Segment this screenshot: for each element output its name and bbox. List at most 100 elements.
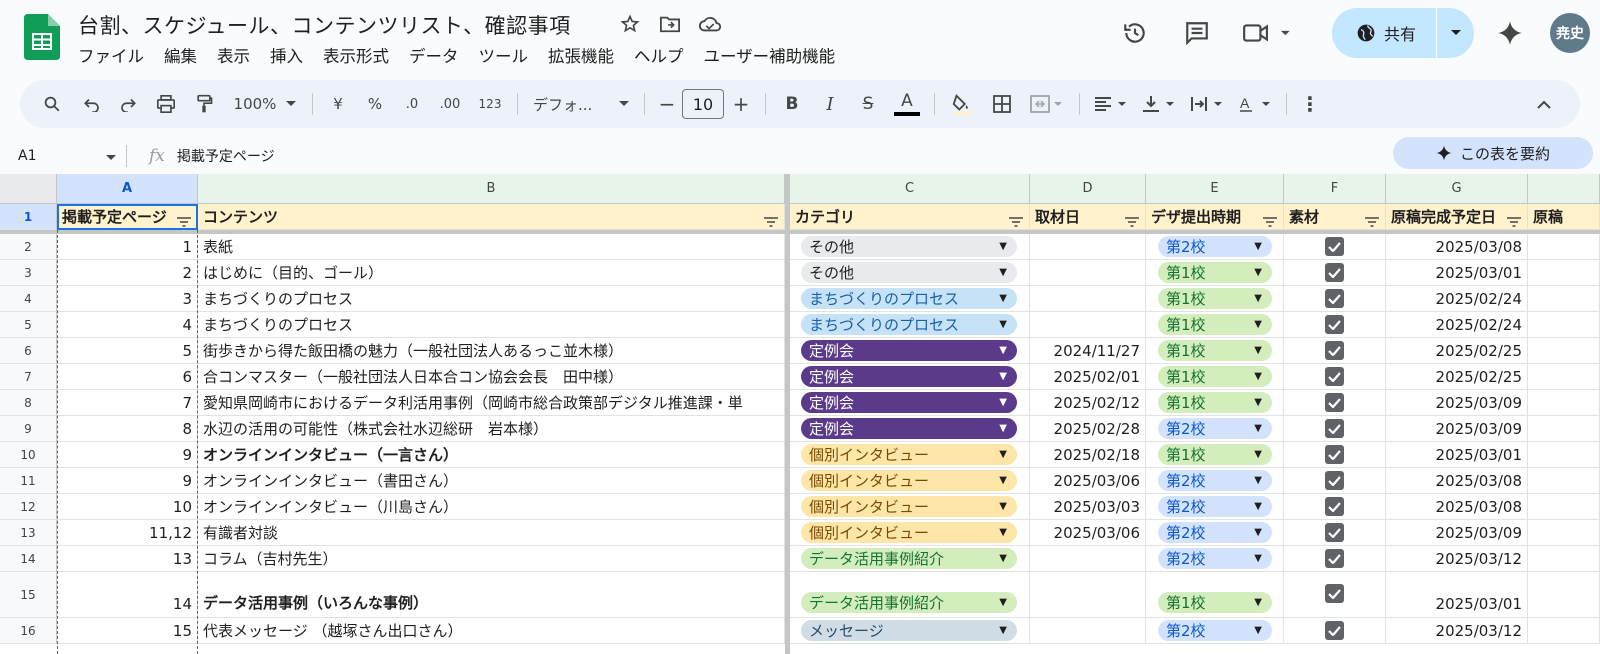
content-cell[interactable]: はじめに（目的、ゴール）	[198, 260, 785, 286]
menu-help[interactable]: ヘルプ	[634, 43, 684, 67]
interview-date-cell[interactable]	[1030, 618, 1146, 644]
partial-cell[interactable]	[1528, 520, 1600, 546]
filter-icon[interactable]	[1365, 213, 1379, 227]
interview-date-cell[interactable]: 2025/03/06	[1030, 520, 1146, 546]
partial-cell[interactable]	[1528, 572, 1600, 618]
category-chip[interactable]: 個別インタビュー ▼	[801, 444, 1017, 465]
more-formats-button[interactable]: 123	[470, 88, 510, 120]
partial-cell[interactable]	[1528, 546, 1600, 572]
design-stage-cell[interactable]: 第1校 ▼	[1146, 312, 1284, 338]
content-cell[interactable]: オンラインインタビュー（川島さん）	[198, 494, 785, 520]
document-title[interactable]: 台割、スケジュール、コンテンツリスト、確認事項	[78, 10, 571, 40]
strikethrough-icon[interactable]: S	[849, 88, 887, 120]
manuscript-due-cell[interactable]: 2025/03/09	[1386, 390, 1528, 416]
row-header[interactable]: 15	[0, 572, 57, 618]
design-stage-cell[interactable]: 第2校 ▼	[1146, 546, 1284, 572]
category-cell[interactable]: 個別インタビュー ▼	[790, 520, 1030, 546]
gemini-sparkle-icon[interactable]	[1495, 18, 1525, 48]
formula-input[interactable]: 掲載予定ページ	[177, 146, 275, 166]
vertical-align-icon[interactable]	[1135, 88, 1183, 120]
design-stage-chip[interactable]: 第1校 ▼	[1158, 288, 1272, 309]
column-header-g[interactable]: G	[1386, 174, 1528, 204]
manuscript-due-cell[interactable]: 2025/03/08	[1386, 468, 1528, 494]
design-stage-chip[interactable]: 第2校 ▼	[1158, 522, 1272, 543]
design-stage-cell[interactable]: 第2校 ▼	[1146, 494, 1284, 520]
design-stage-cell[interactable]: 第1校 ▼	[1146, 442, 1284, 468]
partial-cell[interactable]	[1528, 234, 1600, 260]
column-header-d[interactable]: D	[1030, 174, 1146, 204]
row-header[interactable]: 8	[0, 390, 57, 416]
row-header[interactable]: 3	[0, 260, 57, 286]
manuscript-due-cell[interactable]: 2025/03/12	[1386, 618, 1528, 644]
category-chip[interactable]: メッセージ ▼	[801, 620, 1017, 641]
content-cell[interactable]: 表紙	[198, 234, 785, 260]
share-button[interactable]: 共有	[1332, 8, 1474, 58]
filter-icon[interactable]	[1263, 213, 1277, 227]
checkbox-checked[interactable]	[1325, 367, 1344, 386]
checkbox-checked[interactable]	[1325, 419, 1344, 438]
category-chip[interactable]: その他 ▼	[801, 262, 1017, 283]
increase-font-size-icon[interactable]: +	[724, 88, 758, 120]
category-cell[interactable]: その他 ▼	[790, 260, 1030, 286]
category-chip[interactable]: データ活用事例紹介 ▼	[801, 592, 1017, 613]
row-header[interactable]: 11	[0, 468, 57, 494]
content-cell[interactable]: オンラインインタビュー（一言さん）	[198, 442, 785, 468]
checkbox-checked[interactable]	[1325, 549, 1344, 568]
row-header[interactable]: 13	[0, 520, 57, 546]
row-header[interactable]: 16	[0, 618, 57, 644]
frozen-row-divider[interactable]	[0, 230, 1600, 234]
category-chip[interactable]: まちづくりのプロセス ▼	[801, 288, 1017, 309]
column-header-partial[interactable]	[1528, 174, 1600, 204]
row-header[interactable]: 10	[0, 442, 57, 468]
category-chip[interactable]: データ活用事例紹介 ▼	[801, 548, 1017, 569]
category-cell[interactable]: まちづくりのプロセス ▼	[790, 312, 1030, 338]
design-stage-chip[interactable]: 第2校 ▼	[1158, 496, 1272, 517]
filter-icon[interactable]	[764, 213, 778, 227]
partial-cell[interactable]	[1528, 364, 1600, 390]
category-chip[interactable]: 個別インタビュー ▼	[801, 522, 1017, 543]
design-stage-cell[interactable]: 第1校 ▼	[1146, 286, 1284, 312]
partial-cell[interactable]	[1528, 494, 1600, 520]
interview-date-cell[interactable]	[1030, 286, 1146, 312]
checkbox-checked[interactable]	[1325, 523, 1344, 542]
partial-cell[interactable]	[1528, 390, 1600, 416]
partial-cell[interactable]	[1528, 618, 1600, 644]
comments-icon[interactable]	[1182, 18, 1212, 48]
filter-icon[interactable]	[1507, 213, 1521, 227]
category-cell[interactable]: 定例会 ▼	[790, 364, 1030, 390]
name-box[interactable]: A1	[0, 148, 126, 164]
menu-file[interactable]: ファイル	[78, 43, 144, 67]
decrease-font-size-icon[interactable]: −	[652, 88, 682, 120]
avatar[interactable]: 尭史	[1550, 13, 1590, 53]
filter-icon[interactable]	[1125, 213, 1139, 227]
category-chip[interactable]: 定例会 ▼	[801, 340, 1017, 361]
interview-date-cell[interactable]: 2024/11/27	[1030, 338, 1146, 364]
design-stage-cell[interactable]: 第1校 ▼	[1146, 338, 1284, 364]
design-stage-chip[interactable]: 第2校 ▼	[1158, 548, 1272, 569]
sheets-logo-icon[interactable]	[24, 14, 60, 60]
category-cell[interactable]: データ活用事例紹介 ▼	[790, 546, 1030, 572]
row-header[interactable]: 9	[0, 416, 57, 442]
interview-date-cell[interactable]: 2025/02/28	[1030, 416, 1146, 442]
design-stage-chip[interactable]: 第2校 ▼	[1158, 470, 1272, 491]
checkbox-checked[interactable]	[1325, 341, 1344, 360]
menu-data[interactable]: データ	[409, 43, 459, 67]
content-cell[interactable]: オンラインインタビュー（書田さん）	[198, 468, 785, 494]
interview-date-cell[interactable]: 2025/02/18	[1030, 442, 1146, 468]
interview-date-cell[interactable]	[1030, 546, 1146, 572]
checkbox-checked[interactable]	[1325, 315, 1344, 334]
row-header[interactable]: 6	[0, 338, 57, 364]
category-chip[interactable]: 個別インタビュー ▼	[801, 470, 1017, 491]
design-stage-chip[interactable]: 第1校 ▼	[1158, 592, 1272, 613]
interview-date-cell[interactable]: 2025/03/06	[1030, 468, 1146, 494]
font-family-select[interactable]: デフォ...	[525, 88, 637, 120]
row-header[interactable]: 7	[0, 364, 57, 390]
summarize-table-button[interactable]: この表を要約	[1393, 137, 1593, 169]
search-menus-icon[interactable]	[34, 88, 70, 120]
manuscript-due-cell[interactable]: 2025/03/12	[1386, 546, 1528, 572]
paint-format-icon[interactable]	[186, 88, 222, 120]
interview-date-cell[interactable]: 2025/03/03	[1030, 494, 1146, 520]
row-header[interactable]: 4	[0, 286, 57, 312]
header-cell-c[interactable]: カテゴリ	[790, 204, 1030, 230]
print-icon[interactable]	[146, 88, 186, 120]
